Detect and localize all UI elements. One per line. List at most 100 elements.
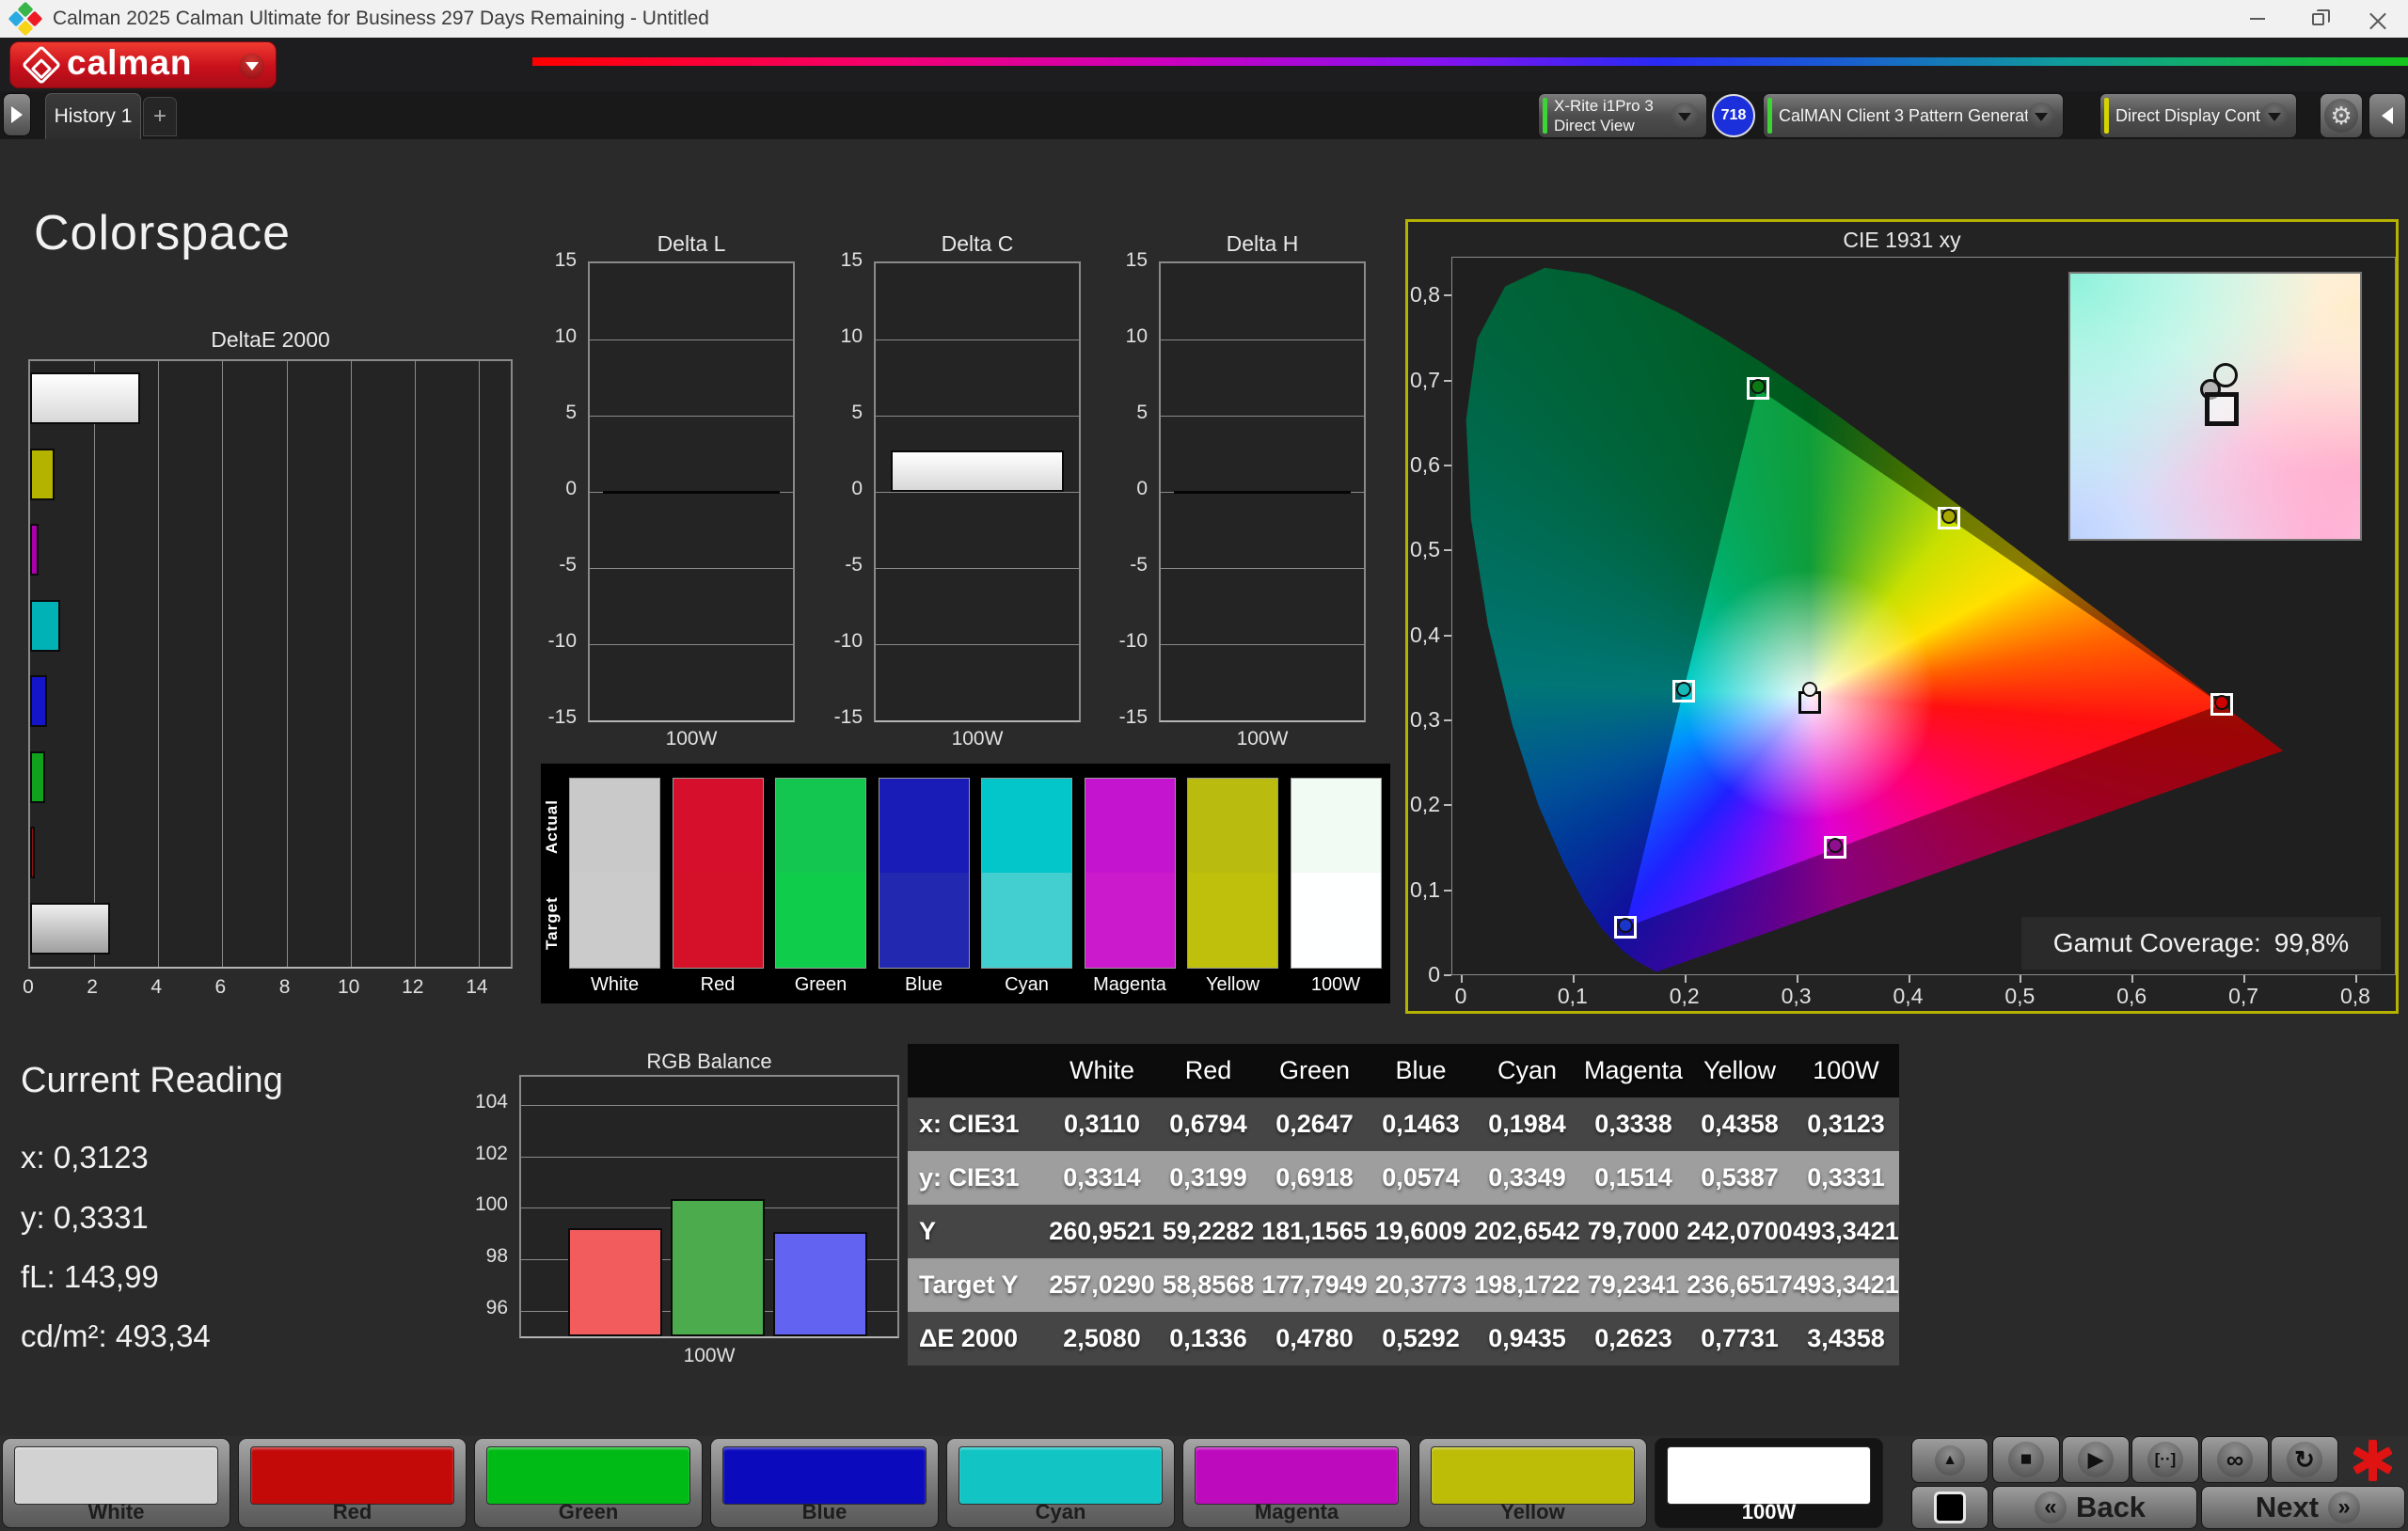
y-tick-label: -15	[1110, 706, 1148, 729]
pattern-swatch	[250, 1446, 454, 1505]
delta-l-chart	[588, 261, 795, 722]
bar-green	[671, 1199, 765, 1336]
window-title: Calman 2025 Calman Ultimate for Business…	[53, 8, 709, 30]
bar-magenta	[30, 524, 39, 576]
pattern-button-blue[interactable]: Blue	[710, 1438, 939, 1528]
reading-x: x: 0,3123	[21, 1140, 149, 1176]
restore-button[interactable]	[2288, 0, 2348, 38]
deltae-chart	[28, 359, 513, 969]
x-tick-label: 8	[266, 976, 304, 999]
table-cell: 0,0574	[1368, 1151, 1474, 1205]
single-measure-button[interactable]: [··]	[2131, 1436, 2199, 1483]
table-cell: 0,5387	[1687, 1151, 1793, 1205]
delta-l-title: Delta L	[588, 231, 795, 257]
x-tick-label: 14	[458, 976, 496, 999]
measured-marker-green	[1751, 379, 1766, 394]
pattern-swatch	[1431, 1446, 1635, 1505]
gridline	[222, 361, 223, 967]
calman-main-menu-button[interactable]: calman	[9, 41, 277, 88]
pattern-generator-dropdown[interactable]: CalMAN Client 3 Pattern Generator	[1763, 93, 2064, 138]
swatch-actual-blue	[879, 778, 970, 873]
chevron-left-icon	[2382, 107, 2393, 124]
refresh-icon: ↻	[2287, 1442, 2322, 1477]
table-cell: 0,4358	[1687, 1097, 1793, 1151]
x-tick-label: 2	[73, 976, 111, 999]
table-cell: 0,3349	[1474, 1151, 1580, 1205]
x-tick-label: 0,4	[1884, 984, 1933, 1009]
display-control-dropdown[interactable]: Direct Display Control	[2099, 93, 2297, 138]
gridline	[590, 339, 793, 340]
rgb-balance-y-axis: 1041021009896	[468, 1075, 514, 1338]
swatch-target-100w	[1291, 873, 1382, 969]
meter-mode: Direct View	[1554, 116, 1654, 135]
pattern-swatch	[722, 1446, 927, 1505]
tab-history-1[interactable]: History 1	[45, 93, 141, 139]
y-tick-label: 10	[825, 325, 863, 348]
pattern-label: Green	[475, 1500, 702, 1524]
close-button[interactable]	[2348, 0, 2408, 38]
pattern-button-white[interactable]: White	[2, 1438, 230, 1528]
table-cell: 0,3110	[1049, 1097, 1155, 1151]
y-tick-label: -15	[825, 706, 863, 729]
session-forward-button[interactable]	[3, 93, 31, 136]
play-button[interactable]: ▶	[2062, 1436, 2130, 1483]
settings-button[interactable]: ⚙	[2320, 93, 2363, 138]
gridline	[590, 644, 793, 645]
meter-count-badge[interactable]: 718	[1712, 94, 1755, 137]
gridline	[1161, 644, 1364, 645]
minimize-button[interactable]	[2227, 0, 2288, 38]
collapse-panel-button[interactable]	[2368, 93, 2406, 138]
inset-target-square-marker	[2205, 392, 2239, 426]
rgb-balance-title: RGB Balance	[519, 1050, 899, 1074]
pattern-window-button[interactable]	[1911, 1486, 1988, 1529]
zero-value-bar	[603, 491, 780, 494]
titlebar: Calman 2025 Calman Ultimate for Business…	[0, 0, 2408, 38]
swatch-actual-yellow	[1187, 778, 1278, 873]
table-header: 100W	[1793, 1044, 1899, 1097]
continuous-measure-button[interactable]: ∞	[2201, 1436, 2269, 1483]
y-tick-label: 100	[468, 1193, 508, 1216]
pattern-swatch	[14, 1446, 218, 1505]
table-cell: 0,3314	[1049, 1151, 1155, 1205]
bar-blue	[773, 1232, 867, 1336]
cie-1931-panel: CIE 1931 xy 00,10,20,30,40,50,60,70,800,…	[1405, 219, 2399, 1014]
stop-button[interactable]: ■	[1992, 1436, 2060, 1483]
next-label: Next	[2256, 1491, 2319, 1524]
swatch-label: Red	[673, 974, 764, 996]
add-tab-button[interactable]: +	[143, 97, 177, 136]
y-tick-label: 5	[825, 402, 863, 424]
y-tick-label: 0	[1110, 478, 1148, 500]
delta-l-x-label: 100W	[588, 728, 795, 750]
pattern-window-raise-button[interactable]: ▲	[1911, 1438, 1988, 1483]
table-cell: 0,6918	[1261, 1151, 1368, 1205]
table-cell: 3,4358	[1793, 1312, 1899, 1365]
pattern-label: Cyan	[947, 1500, 1174, 1524]
x-tick-label: 10	[330, 976, 368, 999]
pattern-button-100w[interactable]: 100W	[1655, 1438, 1883, 1528]
y-tick-label: 10	[539, 325, 577, 348]
gridline	[351, 361, 352, 967]
gridline	[590, 416, 793, 417]
pattern-label: 100W	[1656, 1500, 1882, 1524]
pattern-button-green[interactable]: Green	[474, 1438, 703, 1528]
meter-dropdown[interactable]: X-Rite i1Pro 3 Direct View	[1538, 93, 1707, 138]
gridline	[287, 361, 288, 967]
minimize-icon	[2250, 18, 2265, 20]
x-tick-mark	[2020, 975, 2021, 983]
back-button[interactable]: « Back	[1992, 1486, 2197, 1529]
swatch-actual-cyan	[981, 778, 1072, 873]
table-cell: 493,3421	[1793, 1258, 1899, 1312]
pattern-button-cyan[interactable]: Cyan	[946, 1438, 1175, 1528]
tab-toolbar-row: History 1 + X-Rite i1Pro 3 Direct View 7…	[0, 91, 2408, 139]
gamut-coverage-readout: Gamut Coverage: 99,8%	[2021, 917, 2381, 970]
y-tick-label: 98	[468, 1245, 508, 1268]
pattern-button-red[interactable]: Red	[238, 1438, 467, 1528]
refresh-button[interactable]: ↻	[2271, 1436, 2338, 1483]
calman-asterisk-icon	[2349, 1438, 2394, 1483]
y-tick-mark	[1444, 719, 1451, 721]
pattern-button-yellow[interactable]: Yellow	[1418, 1438, 1647, 1528]
y-tick-label: -10	[539, 630, 577, 653]
pattern-button-magenta[interactable]: Magenta	[1182, 1438, 1411, 1528]
table-cell: 79,2341	[1580, 1258, 1687, 1312]
next-button[interactable]: Next »	[2201, 1486, 2405, 1529]
